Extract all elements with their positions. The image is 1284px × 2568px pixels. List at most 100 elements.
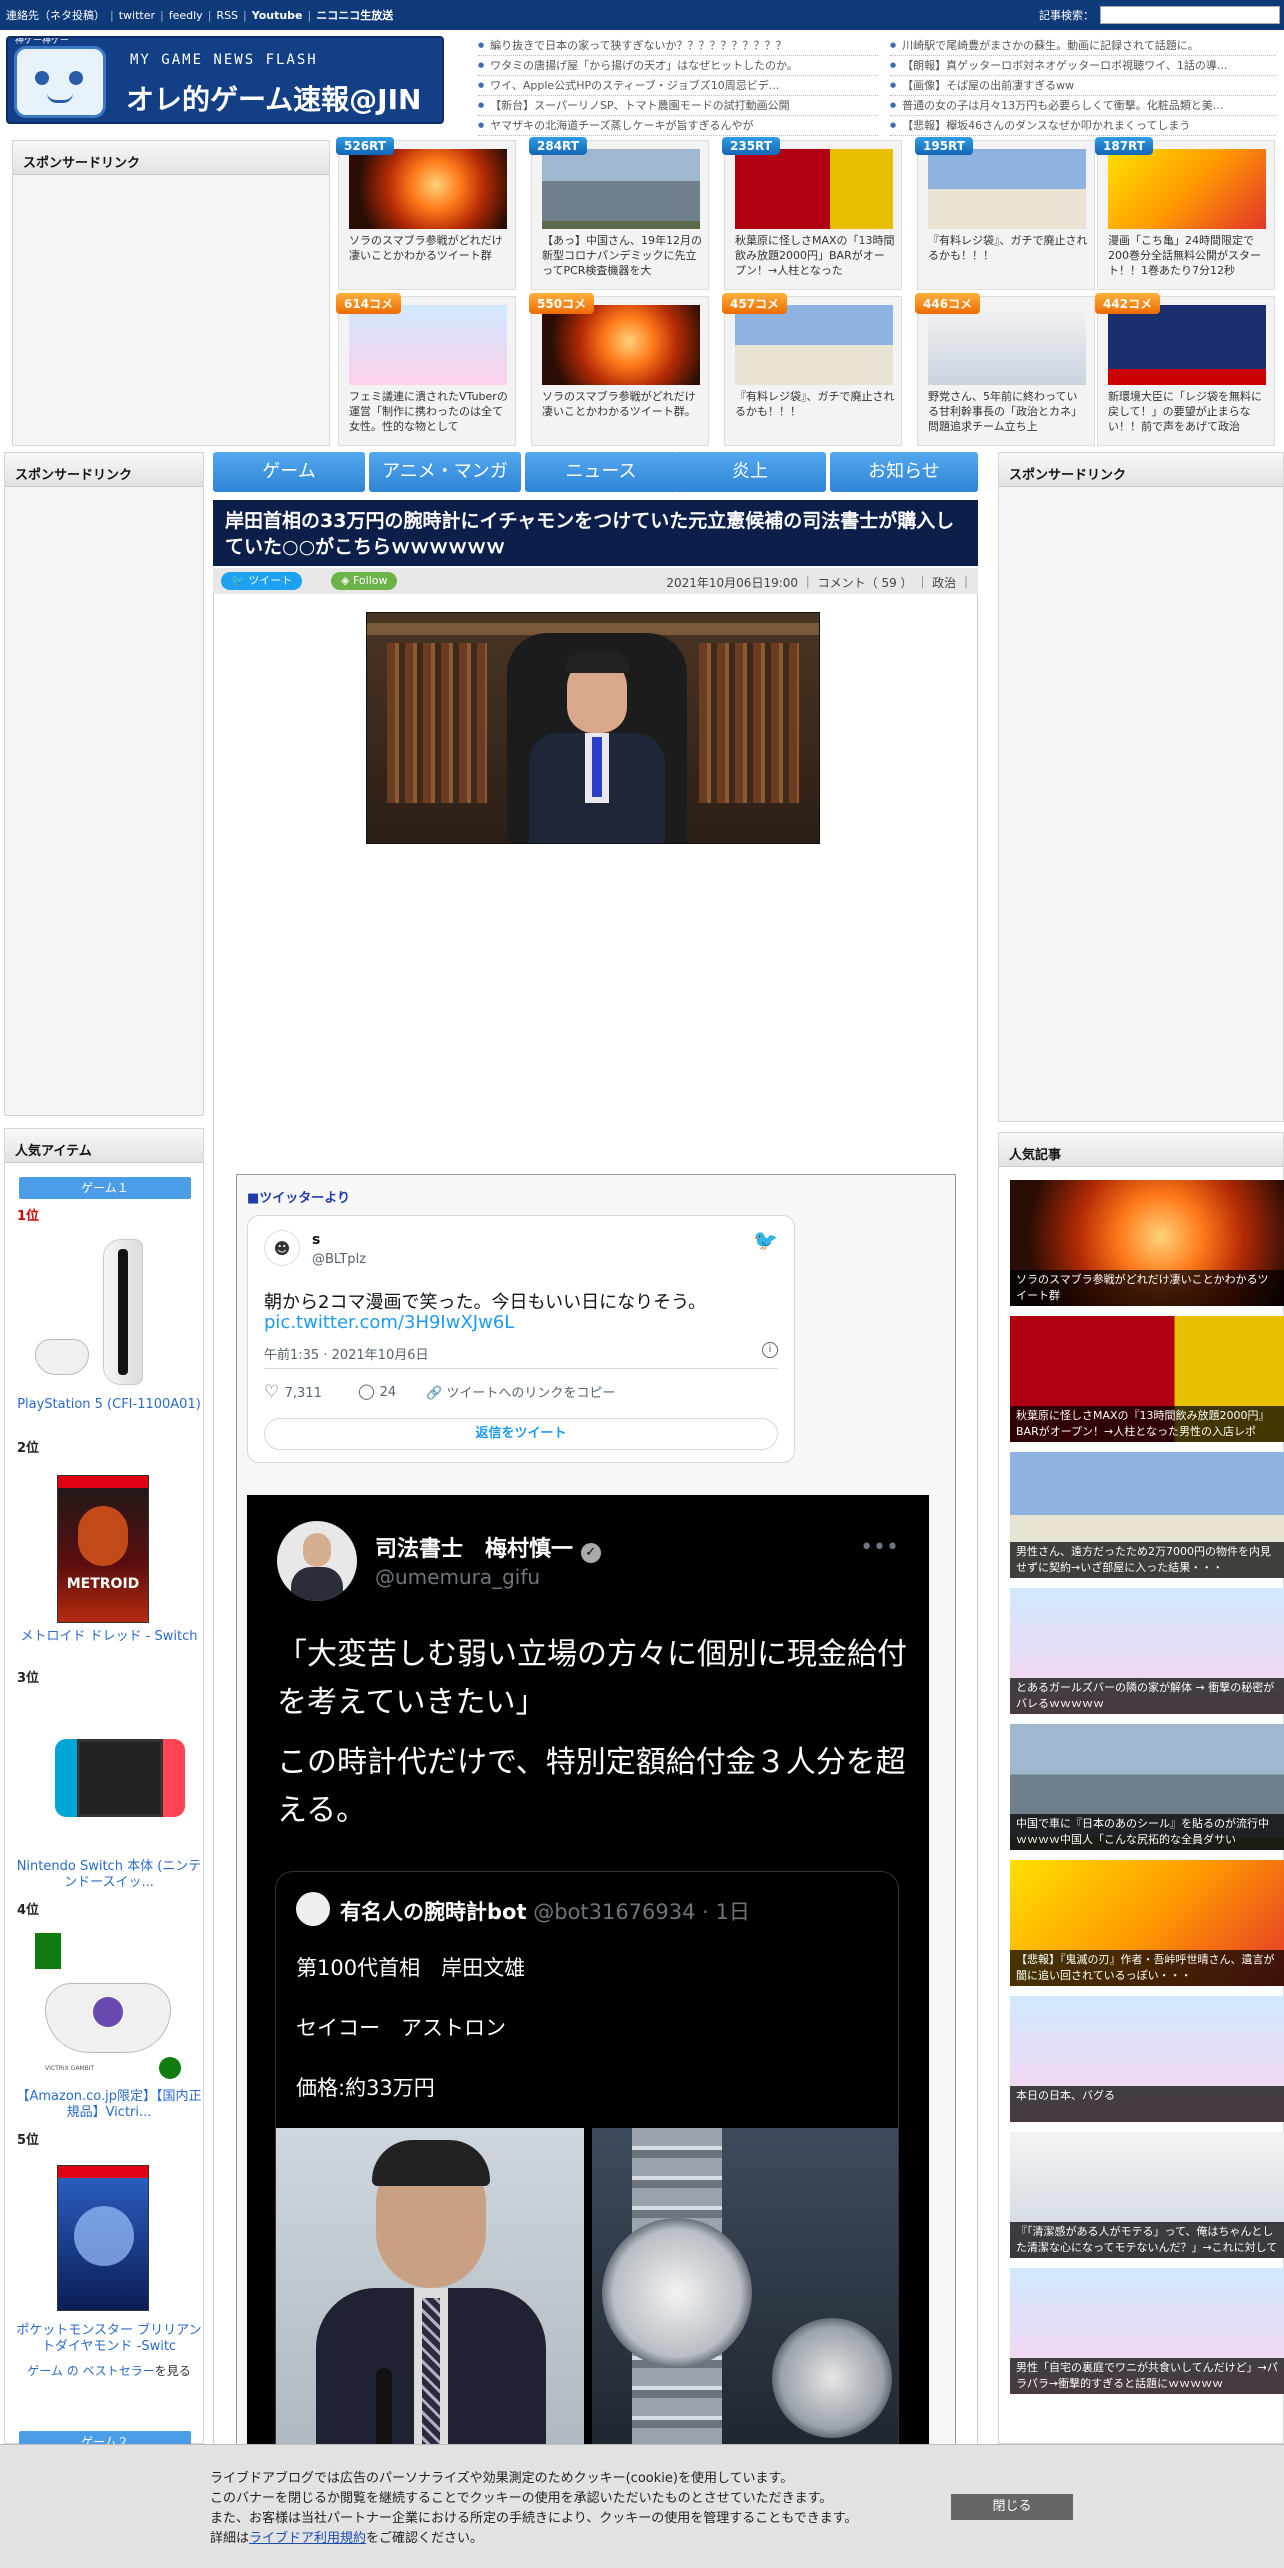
ranking-card[interactable]: 442コメ 新環境大臣に「レジ袋を無料に戻して！」の要望が止まらない！！前で声をあ…	[1095, 293, 1275, 446]
popular-article-title[interactable]: 男性「自宅の裏庭でワニが共食いしてんだけど」→パラパラ→衝撃的すぎると話題にｗｗ…	[1010, 2358, 1284, 2394]
headline-item[interactable]: 【新台】スーパーリノSP、トマト農園モードの試打動画公開	[478, 96, 878, 116]
ranking-card[interactable]: 187RT 漫画「こち亀」24時間限定で200巻分全話無料公開がスタート！！1巻あ…	[1095, 137, 1275, 290]
reply-tweet-button[interactable]: 返信をツイート	[264, 1418, 778, 1450]
popular-article[interactable]: 【悲報】『鬼滅の刃』作者・吾峠呼世晴さん、遺言が闇に追い回されているっぽい・・・	[1010, 1860, 1284, 1986]
card-title[interactable]: ソラのスマブラ参戦がどれだけ凄いことかわかるツイート群。	[542, 389, 702, 441]
headline-item[interactable]: ワタミの唐揚げ屋「から揚げの天才」はなぜヒットしたのか。	[478, 56, 878, 76]
popular-article[interactable]: 本日の日本、バグる	[1010, 1996, 1284, 2122]
nav-anime-manga[interactable]: アニメ・マンガ	[369, 452, 521, 492]
terms-link[interactable]: ライブドア利用規約	[249, 2531, 366, 2546]
popular-article[interactable]: 中国で車に『日本のあのシール』を貼るのが流行中ｗｗｗｗ中国人「こんな尻拓的な全員…	[1010, 1724, 1284, 1850]
info-icon[interactable]: i	[762, 1342, 778, 1358]
youtube-link[interactable]: Youtube	[252, 9, 303, 22]
twitter-link[interactable]: twitter	[119, 9, 155, 22]
card-thumbnail[interactable]	[349, 305, 507, 385]
ranking-card[interactable]: 526RT ソラのスマブラ参戦がどれだけ凄いことかわかるツイート群	[336, 137, 516, 290]
popular-article[interactable]: 男性さん、遠方だったため2万7000円の物件を内見せずに契約→いざ部屋に入った結…	[1010, 1452, 1284, 1578]
card-title[interactable]: 『有料レジ袋』、ガチで廃止されるかも！！！	[928, 233, 1088, 285]
reply-count[interactable]: ◯ 24	[358, 1382, 396, 1400]
tweet-button[interactable]: 🐦 ツイート	[221, 572, 303, 590]
cookie-close-button[interactable]: 閉じる	[951, 2494, 1073, 2520]
popular-article-title[interactable]: 【悲報】『鬼滅の刃』作者・吾峠呼世晴さん、遺言が闇に追い回されているっぽい・・・	[1010, 1950, 1284, 1986]
bestseller-line: ゲーム の ベストセラーを見る	[27, 2364, 191, 2378]
popular-article-title[interactable]: 中国で車に『日本のあのシール』を貼るのが流行中ｗｗｗｗ中国人「こんな尻拓的な全員…	[1010, 1814, 1284, 1850]
tweet-author-name[interactable]: s	[312, 1232, 320, 1248]
headline-item[interactable]: 【朗報】真ゲッターロボ対ネオゲッターロボ視聴ワイ、1話の導...	[890, 56, 1276, 76]
tweet-author-handle[interactable]: @BLTplz	[312, 1252, 366, 1267]
card-thumbnail[interactable]	[542, 149, 700, 229]
card-title[interactable]: 【あっ】中国さん、19年12月の新型コロナパンデミックに先立ってPCR検査機器を…	[542, 233, 702, 285]
headline-item[interactable]: 川崎駅で尾崎豊がまさかの蘇生。動画に記録されて話題に。	[890, 36, 1276, 56]
popular-article-title[interactable]: 『「清潔感がある人がモテる」って、俺はちゃんとした清潔な心になってモテないんだ？…	[1010, 2222, 1284, 2258]
bestseller-link[interactable]: ゲーム の ベストセラー	[27, 2364, 155, 2378]
card-thumbnail[interactable]	[1108, 149, 1266, 229]
follow-button[interactable]: ◈ Follow	[331, 572, 398, 590]
tweet-link[interactable]: pic.twitter.com/3H9IwXJw6L	[264, 1312, 514, 1333]
popular-article-title[interactable]: ソラのスマブラ参戦がどれだけ凄いことかわかるツイート群	[1010, 1270, 1284, 1306]
headline-item[interactable]: 普通の女の子は月々13万円も必要らしくて衝撃。化粧品類と美...	[890, 96, 1276, 116]
niconico-link[interactable]: ニコニコ生放送	[316, 7, 393, 23]
nav-flame[interactable]: 炎上	[674, 452, 826, 492]
twitter-logo-icon[interactable]: 🐦	[753, 1228, 778, 1252]
card-thumbnail[interactable]	[928, 149, 1086, 229]
copy-link-button[interactable]: 🔗 ツイートへのリンクをコピー	[426, 1382, 615, 1401]
popular-article[interactable]: とあるガールズバーの隣の家が解体 → 衝撃の秘密がバレるｗｗｗｗｗ	[1010, 1588, 1284, 1714]
card-thumbnail[interactable]	[735, 305, 893, 385]
product-link[interactable]: メトロイド ドレッド - Switch	[15, 1629, 203, 1645]
contact-link[interactable]: 連絡先（ネタ投稿）	[6, 7, 105, 23]
headline-item[interactable]: ワイ、Apple公式HPのスティーブ・ジョブズ10周忌ビデ...	[478, 76, 878, 96]
tweet-time[interactable]: 午前1:35 · 2021年10月6日	[264, 1344, 429, 1363]
nav-notice[interactable]: お知らせ	[830, 452, 978, 492]
avatar[interactable]: ☻	[264, 1230, 300, 1266]
feedly-link[interactable]: feedly	[169, 9, 203, 22]
embedded-tweet[interactable]: ☻ s @BLTplz 🐦 朝から2コマ漫画で笑った。今日もいい日になりそう。 …	[247, 1215, 795, 1463]
rss-link[interactable]: RSS	[216, 9, 238, 22]
tab-game1[interactable]: ゲーム１	[19, 1177, 191, 1199]
popular-article[interactable]: ソラのスマブラ参戦がどれだけ凄いことかわかるツイート群	[1010, 1180, 1284, 1306]
card-thumbnail[interactable]	[928, 305, 1086, 385]
ranking-card[interactable]: 195RT 『有料レジ袋』、ガチで廃止されるかも！！！	[915, 137, 1095, 290]
product-link[interactable]: ポケットモンスター ブリリアントダイヤモンド -Switc	[15, 2323, 203, 2355]
like-button[interactable]: ♡ 7,311	[264, 1382, 322, 1402]
headline-item[interactable]: ヤマザキの北海道チーズ蒸しケーキが旨すぎるんやが	[478, 116, 878, 136]
headline-item[interactable]: 編り抜きで日本の家って狭すぎないか？？？？？？？？？？	[478, 36, 878, 56]
metroid-image[interactable]: METROID	[57, 1475, 149, 1623]
popular-article[interactable]: 秋葉原に怪しさMAXの『13時間飲み放題2000円』BARがオープン！→人柱とな…	[1010, 1316, 1284, 1442]
card-thumbnail[interactable]	[1108, 305, 1266, 385]
popular-article-title[interactable]: 本日の日本、バグる	[1010, 2086, 1284, 2122]
card-title[interactable]: フェミ議連に潰されたVTuberの運営「制作に携わったのは全て女性。性的な物とし…	[349, 389, 509, 441]
popular-article-title[interactable]: とあるガールズバーの隣の家が解体 → 衝撃の秘密がバレるｗｗｗｗｗ	[1010, 1678, 1284, 1714]
card-title[interactable]: 『有料レジ袋』、ガチで廃止されるかも！！！	[735, 389, 895, 441]
product-link[interactable]: 【Amazon.co.jp限定】【国内正規品】Victri...	[15, 2089, 203, 2121]
ps5-image[interactable]	[33, 1239, 173, 1389]
headline-item[interactable]: 【悲報】欅坂46さんのダンスなぜか叩かれまくってしまう	[890, 116, 1276, 136]
search-input[interactable]	[1100, 6, 1280, 24]
card-thumbnail[interactable]	[735, 149, 893, 229]
ranking-card[interactable]: 550コメ ソラのスマブラ参戦がどれだけ凄いことかわかるツイート群。	[529, 293, 709, 446]
card-title[interactable]: ソラのスマブラ参戦がどれだけ凄いことかわかるツイート群	[349, 233, 509, 285]
victrix-image[interactable]: VICTRIX GAMBIT	[35, 1933, 185, 2083]
card-thumbnail[interactable]	[542, 305, 700, 385]
card-thumbnail[interactable]	[349, 149, 507, 229]
pokemon-bd-image[interactable]	[57, 2165, 149, 2311]
popular-article-title[interactable]: 秋葉原に怪しさMAXの『13時間飲み放題2000円』BARがオープン！→人柱とな…	[1010, 1406, 1284, 1442]
popular-article-title[interactable]: 男性さん、遠方だったため2万7000円の物件を内見せずに契約→いざ部屋に入った結…	[1010, 1542, 1284, 1578]
product-link[interactable]: Nintendo Switch 本体 (ニンテンドースイッ...	[15, 1859, 203, 1891]
ranking-card[interactable]: 614コメ フェミ議連に潰されたVTuberの運営「制作に携わったのは全て女性。性…	[336, 293, 516, 446]
site-logo[interactable]: 神ゲー神ゲー MY GAME NEWS FLASH オレ的ゲーム速報@JIN	[6, 36, 444, 124]
product-link[interactable]: PlayStation 5 (CFI-1100A01)	[15, 1397, 203, 1413]
popular-article[interactable]: 男性「自宅の裏庭でワニが共食いしてんだけど」→パラパラ→衝撃的すぎると話題にｗｗ…	[1010, 2268, 1284, 2394]
card-title[interactable]: 漫画「こち亀」24時間限定で200巻分全話無料公開がスタート！！1巻あたり7分1…	[1108, 233, 1268, 285]
card-title[interactable]: 野党さん、5年前に終わっている甘利幹事長の「政治とカネ」問題追求チーム立ち上	[928, 389, 1088, 441]
popular-article[interactable]: 『「清潔感がある人がモテる」って、俺はちゃんとした清潔な心になってモテないんだ？…	[1010, 2132, 1284, 2258]
headline-item[interactable]: 【画像】そば屋の出前凄すぎるww	[890, 76, 1276, 96]
ranking-card[interactable]: 446コメ 野党さん、5年前に終わっている甘利幹事長の「政治とカネ」問題追求チーム…	[915, 293, 1095, 446]
card-title[interactable]: 新環境大臣に「レジ袋を無料に戻して！」の要望が止まらない！！前で声をあげて政治	[1108, 389, 1268, 441]
card-title[interactable]: 秋葉原に怪しさMAXの「13時間飲み放題2000円」BARがオープン！→人柱とな…	[735, 233, 895, 285]
ranking-card[interactable]: 457コメ 『有料レジ袋』、ガチで廃止されるかも！！！	[722, 293, 902, 446]
ranking-card[interactable]: 284RT 【あっ】中国さん、19年12月の新型コロナパンデミックに先立ってPCR…	[529, 137, 709, 290]
nav-game[interactable]: ゲーム	[213, 452, 365, 492]
ranking-card[interactable]: 235RT 秋葉原に怪しさMAXの「13時間飲み放題2000円」BARがオープン！…	[722, 137, 902, 290]
nav-news[interactable]: ニュース	[525, 452, 677, 492]
switch-image[interactable]	[55, 1729, 185, 1819]
